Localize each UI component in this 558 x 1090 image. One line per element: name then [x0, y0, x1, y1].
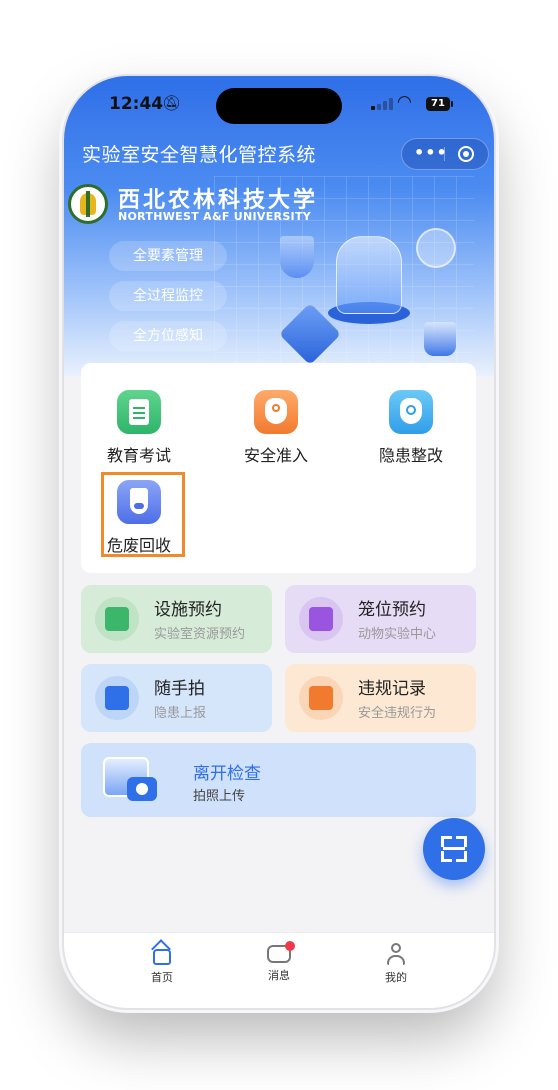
more-icon[interactable]: •••	[414, 143, 448, 162]
exit-check-title: 离开检查	[193, 764, 261, 784]
tile-title: 随手拍	[154, 679, 205, 699]
exam-document-icon	[117, 390, 161, 434]
home-icon	[153, 949, 171, 965]
grid-item-label: 隐患整改	[378, 446, 443, 465]
banner-pill-elements: 全要素管理	[109, 241, 227, 271]
tile-violation-record[interactable]: 违规记录 安全违规行为	[285, 664, 476, 732]
app-title: 实验室安全智慧化管控系统	[82, 144, 317, 166]
beaker-illustration-icon	[424, 322, 456, 356]
status-time: 12:44	[109, 94, 164, 114]
scan-button[interactable]	[423, 818, 485, 880]
exit-check-subtitle: 拍照上传	[193, 789, 246, 804]
tile-subtitle: 实验室资源预约	[154, 627, 246, 642]
user-icon	[385, 943, 407, 965]
shield-search-icon	[389, 390, 433, 434]
capsule-divider	[444, 147, 445, 161]
grid-item-label: 教育考试	[106, 446, 171, 465]
status-bar: 12:44 🔕︎ ◠ 71	[64, 76, 494, 132]
tab-messages[interactable]: 消息	[249, 941, 309, 983]
message-icon	[267, 941, 295, 963]
camera-icon	[95, 676, 139, 720]
calendar-clock-icon	[95, 597, 139, 641]
tile-title: 违规记录	[358, 679, 426, 699]
globe-illustration-icon	[416, 228, 456, 268]
bottom-tab-bar: 首页 消息 我的	[64, 932, 494, 1008]
exit-check-card[interactable]: 离开检查 拍照上传	[81, 743, 476, 817]
bell-jar-illustration-icon	[336, 236, 402, 314]
lab-illustration	[274, 226, 494, 376]
selection-highlight	[101, 472, 185, 557]
grid-item-exam[interactable]: 教育考试	[89, 390, 189, 466]
tile-subtitle: 隐患上报	[154, 706, 207, 721]
shield-key-icon	[254, 390, 298, 434]
tab-home[interactable]: 首页	[132, 943, 192, 985]
wifi-icon: ◠	[397, 92, 412, 112]
phone-frame: 12:44 🔕︎ ◠ 71 实验室安全智慧化管控系统 ••• 西北农林科技大学 …	[64, 76, 494, 1008]
tab-profile[interactable]: 我的	[366, 943, 426, 985]
tile-cage-booking[interactable]: 笼位预约 动物实验中心	[285, 585, 476, 653]
tab-label: 消息	[268, 969, 290, 982]
tile-facility-booking[interactable]: 设施预约 实验室资源预约	[81, 585, 272, 653]
scan-icon	[441, 836, 452, 847]
photo-upload-illustration-icon	[103, 757, 163, 805]
tile-title: 笼位预约	[358, 600, 426, 620]
tile-snapshot-report[interactable]: 随手拍 隐患上报	[81, 664, 272, 732]
close-miniprogram-icon[interactable]	[458, 146, 474, 162]
flask-illustration-icon	[280, 236, 314, 278]
grid-item-hazard[interactable]: 隐患整改	[361, 390, 461, 466]
warning-document-icon	[299, 676, 343, 720]
calendar-check-icon	[299, 597, 343, 641]
banner-pill-perception: 全方位感知	[109, 321, 227, 351]
banner-pill-process: 全过程监控	[109, 281, 227, 311]
university-emblem-icon	[68, 184, 108, 224]
tile-subtitle: 动物实验中心	[358, 627, 437, 642]
tile-title: 设施预约	[154, 600, 222, 620]
mute-bell-icon: 🔕︎	[162, 94, 182, 112]
tile-subtitle: 安全违规行为	[358, 706, 437, 721]
grid-item-access[interactable]: 安全准入	[226, 390, 326, 466]
battery-indicator: 71	[426, 97, 453, 111]
university-name-en: NORTHWEST A&F UNIVERSITY	[118, 210, 312, 223]
cellular-signal-icon	[371, 98, 393, 110]
unread-badge	[285, 941, 295, 951]
tab-label: 首页	[151, 971, 173, 984]
miniprogram-capsule[interactable]: •••	[401, 138, 489, 170]
dynamic-island	[216, 88, 342, 124]
tab-label: 我的	[385, 971, 407, 984]
grid-item-label: 安全准入	[243, 446, 308, 465]
